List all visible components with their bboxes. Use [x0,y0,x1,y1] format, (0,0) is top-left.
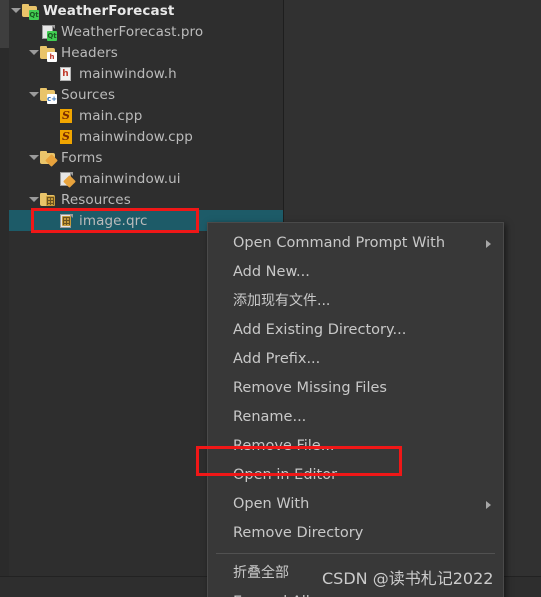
menu-item-label: Remove File... [233,438,335,454]
tree-item-label: Resources [61,191,131,208]
tree-item-label: main.cpp [79,107,143,124]
twisty-placeholder [45,63,58,84]
tree-item-headers[interactable]: h Headers [9,42,283,63]
csdn-watermark: CSDN @读书札记2022 [322,569,494,588]
menu-item-label: Remove Directory [233,525,364,541]
tree-item-weatherforecast-pro[interactable]: Qt WeatherForecast.pro [9,21,283,42]
context-menu[interactable]: Open Command Prompt With Add New... 添加现有文件… [207,222,504,597]
chevron-down-icon[interactable] [27,189,40,210]
tree-item-mainwindow-cpp[interactable]: Smainwindow.cpp [9,126,283,147]
tree-item-resources[interactable]: Resources [9,189,283,210]
menu-item-0[interactable]: Open Command Prompt With [208,229,503,258]
chevron-down-icon[interactable] [27,84,40,105]
chevron-down-icon[interactable] [27,147,40,168]
twisty-placeholder [45,126,58,147]
tree-item-label: mainwindow.ui [79,170,181,187]
menu-item-label: 添加现有文件... [233,293,331,309]
twisty-placeholder [45,105,58,126]
chevron-right-icon [486,240,491,248]
menu-item-label: Add Prefix... [233,351,321,367]
header-file-icon: h [58,66,74,82]
sources-folder-icon: c+ [40,87,57,104]
tree-item-mainwindow-ui[interactable]: mainwindow.ui [9,168,283,189]
tree-item-label: mainwindow.cpp [79,128,193,145]
twisty-placeholder [45,168,58,189]
tree-item-sources[interactable]: c+ Sources [9,84,283,105]
menu-item-label: 折叠全部 [233,565,289,581]
menu-item-12[interactable]: Expand All [208,588,503,597]
chevron-down-icon[interactable] [27,42,40,63]
menu-separator [216,553,495,554]
ui-file-icon [58,171,76,188]
cpp-file-icon: S [58,108,74,124]
menu-item-9[interactable]: Open With [208,490,503,519]
tree-item-label: image.qrc [79,212,148,229]
chevron-right-icon [486,501,491,509]
scrollbar-thumb[interactable] [0,0,9,48]
vertical-scrollbar[interactable] [0,0,9,597]
tree-item-mainwindow-h[interactable]: h mainwindow.h [9,63,283,84]
menu-item-6[interactable]: Rename... [208,403,503,432]
menu-item-2[interactable]: 添加现有文件... [208,287,503,316]
resources-folder-icon [40,192,56,208]
qt-folder-icon: Qt [22,3,39,20]
tree-item-label: WeatherForecast.pro [61,23,204,40]
menu-item-4[interactable]: Add Prefix... [208,345,503,374]
qt-project-file-icon: Qt [40,24,57,41]
tree-item-main-cpp[interactable]: Smain.cpp [9,105,283,126]
tree-item-weatherforecast[interactable]: Qt WeatherForecast [9,0,283,21]
qrc-file-icon [58,213,74,229]
forms-folder-icon [40,150,58,167]
menu-item-3[interactable]: Add Existing Directory... [208,316,503,345]
menu-item-7[interactable]: Remove File... [208,432,503,461]
menu-item-label: Rename... [233,409,307,425]
menu-item-8[interactable]: Open in Editor [208,461,503,490]
menu-item-label: Open Command Prompt With [233,235,446,251]
tree-item-label: mainwindow.h [79,65,177,82]
tree-item-label: WeatherForecast [43,2,175,19]
cpp-file-icon: S [58,129,74,145]
menu-item-10[interactable]: Remove Directory [208,519,503,548]
tree-item-label: Sources [61,86,116,103]
chevron-down-icon[interactable] [9,0,22,21]
qt-creator-project-pane: Qt WeatherForecast Qt WeatherForecast.pro h H… [0,0,541,597]
tree-item-label: Headers [61,44,118,61]
menu-item-label: Add Existing Directory... [233,322,407,338]
headers-folder-icon: h [40,45,57,62]
menu-item-5[interactable]: Remove Missing Files [208,374,503,403]
tree-item-label: Forms [61,149,103,166]
menu-item-label: Open With [233,496,310,512]
menu-item-label: Add New... [233,264,310,280]
tree-item-forms[interactable]: Forms [9,147,283,168]
twisty-placeholder [27,21,40,42]
menu-item-label: Open in Editor [233,467,338,483]
twisty-placeholder [45,210,58,231]
menu-item-label: Remove Missing Files [233,380,387,396]
menu-item-1[interactable]: Add New... [208,258,503,287]
